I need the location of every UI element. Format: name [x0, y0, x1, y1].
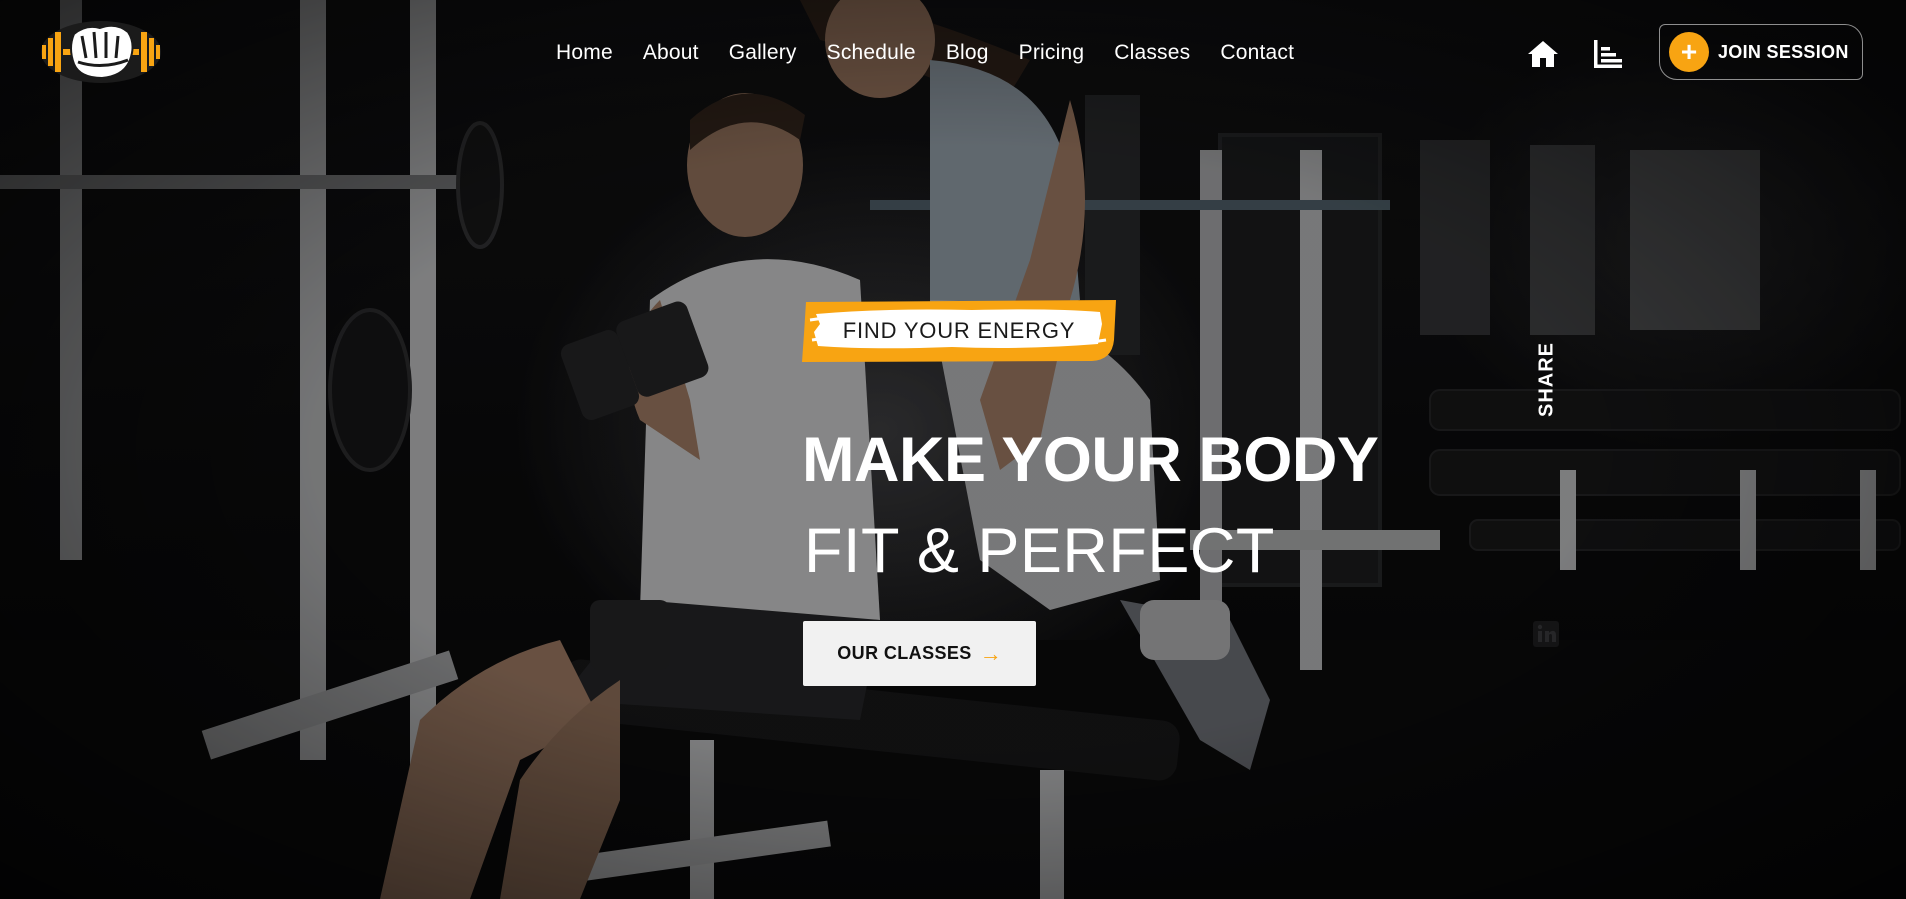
join-session-label: JOIN SESSION: [1718, 41, 1849, 62]
bar-chart-menu-icon: [1594, 40, 1622, 68]
hero-tagline-badge: FIND YOUR ENERGY: [802, 300, 1116, 362]
nav-gallery[interactable]: Gallery: [729, 41, 797, 65]
hero-headline-line2: FIT & PERFECT: [804, 516, 1275, 586]
linkedin-share-button[interactable]: [1532, 620, 1560, 648]
share-label: SHARE: [1535, 342, 1558, 418]
hero-headline-line1: MAKE YOUR BODY: [802, 425, 1379, 495]
site-header: Home About Gallery Schedule Blog Pricing…: [0, 0, 1906, 108]
our-classes-label: OUR CLASSES: [837, 643, 972, 663]
arrow-right-icon: →: [979, 640, 1002, 666]
nav-classes[interactable]: Classes: [1114, 41, 1190, 65]
nav-home[interactable]: Home: [556, 41, 613, 65]
nav-about[interactable]: About: [643, 41, 699, 65]
page: Home About Gallery Schedule Blog Pricing…: [0, 0, 1906, 899]
hero-tagline: FIND YOUR ENERGY: [842, 318, 1076, 343]
brand-logo[interactable]: [36, 18, 166, 86]
plus-icon: +: [1669, 32, 1709, 72]
menu-toggle-button[interactable]: [1592, 38, 1624, 70]
home-icon: [1528, 41, 1558, 67]
join-session-button[interactable]: + JOIN SESSION: [1659, 24, 1863, 80]
our-classes-button[interactable]: OUR CLASSES →: [803, 621, 1036, 686]
linkedin-icon: [1533, 621, 1559, 647]
nav-pricing[interactable]: Pricing: [1019, 41, 1085, 65]
home-button[interactable]: [1527, 38, 1559, 70]
main-nav: Home About Gallery Schedule Blog Pricing…: [556, 41, 1324, 65]
nav-blog[interactable]: Blog: [946, 41, 989, 65]
nav-schedule[interactable]: Schedule: [827, 41, 916, 65]
fist-dumbbell-logo-icon: [41, 21, 161, 83]
share-widget[interactable]: SHARE: [1527, 338, 1567, 426]
nav-contact[interactable]: Contact: [1220, 41, 1294, 65]
